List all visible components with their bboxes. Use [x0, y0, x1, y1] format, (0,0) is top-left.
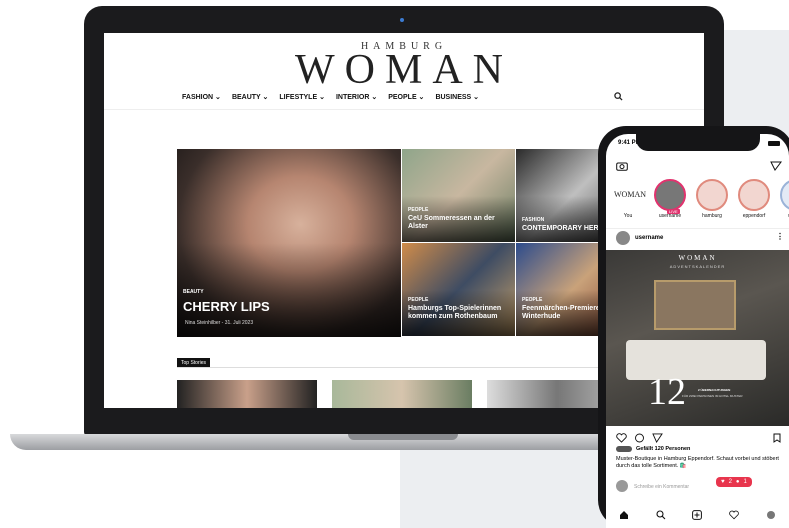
post-number: 12 — [648, 371, 686, 413]
article-tile[interactable]: PEOPLE Hamburgs Top-Spielerinnen kommen … — [402, 243, 515, 336]
commenter-avatar — [616, 480, 628, 492]
camera-icon[interactable] — [616, 158, 628, 176]
post-avatar[interactable] — [616, 231, 630, 245]
hero-title[interactable]: CHERRY LIPS — [183, 300, 397, 314]
post-caption-line1: 2 ÜBERNACHTUNGEN — [698, 388, 731, 392]
battery-icon — [768, 141, 780, 146]
main-nav: FASHION ⌄ BEAUTY ⌄ LIFESTYLE ⌄ INTERIOR … — [182, 93, 479, 101]
tile-title[interactable]: CeU Sommeressen an der Alster — [408, 215, 511, 231]
notif-comment-icon: ● — [735, 479, 740, 485]
nav-people[interactable]: PEOPLE ⌄ — [388, 93, 424, 101]
liker-avatars — [616, 446, 632, 452]
story-avatar — [780, 179, 789, 211]
tile-category: PEOPLE — [408, 297, 429, 303]
article-tile[interactable]: PEOPLE CeU Sommeressen an der Alster — [402, 149, 515, 242]
story-item[interactable]: hamburg — [694, 179, 730, 219]
story-label: eppendorf — [742, 213, 766, 219]
story-avatar — [654, 179, 686, 211]
story-logo: WOMAN — [612, 179, 646, 211]
story-avatar — [696, 179, 728, 211]
story-item[interactable]: winterh — [778, 179, 789, 219]
top-stories-divider — [177, 367, 629, 368]
search-tab-icon[interactable] — [656, 509, 666, 523]
live-badge: LIVE — [667, 209, 680, 214]
nav-lifestyle[interactable]: LIFESTYLE ⌄ — [279, 93, 325, 101]
phone-notch — [636, 133, 760, 151]
story-item[interactable]: eppendorf — [736, 179, 772, 219]
post-caption-line2: FÜR ZWEI PERSONEN IM HOTEL MUSTER — [682, 394, 743, 398]
post-subtitle: ADVENTSKALENDER — [669, 264, 726, 269]
nav-beauty[interactable]: BEAUTY ⌄ — [232, 93, 268, 101]
post-username[interactable]: username — [635, 235, 663, 241]
search-icon[interactable] — [614, 92, 623, 103]
more-icon[interactable]: ⋮ — [776, 232, 784, 241]
post-painting — [654, 280, 736, 330]
laptop-notch — [348, 434, 458, 440]
post-brand: WOMAN — [678, 254, 717, 262]
story-label: hamburg — [702, 213, 722, 219]
tab-bar — [606, 504, 789, 528]
hero-author-date: Nina Steinhilber - 31. Juli 2023 — [185, 320, 254, 326]
hero-article[interactable]: BEAUTY CHERRY LIPS Nina Steinhilber - 31… — [177, 149, 401, 337]
laptop-camera — [400, 18, 404, 22]
story-label: You — [623, 213, 633, 219]
likes-count[interactable]: Gefällt 120 Personen — [636, 446, 690, 452]
nav-fashion[interactable]: FASHION ⌄ — [182, 93, 221, 101]
stories-row: WOMAN You username hamburg eppendorf win… — [610, 179, 789, 219]
nav-business[interactable]: BUSINESS ⌄ — [435, 93, 479, 101]
phone-screen: 9:41 PM WOMAN You username hamburg eppen… — [606, 134, 789, 528]
top-story-thumb[interactable] — [332, 380, 472, 408]
tile-category: FASHION — [522, 217, 545, 223]
nav-divider — [104, 109, 704, 110]
top-story-thumb[interactable] — [177, 380, 317, 408]
comment-field[interactable]: Schreibe ein Kommentar — [634, 484, 689, 490]
activity-icon[interactable] — [729, 510, 739, 523]
site-logo[interactable]: WOMAN — [104, 46, 704, 94]
story-you[interactable]: WOMAN You — [610, 179, 646, 219]
tile-category: PEOPLE — [522, 297, 543, 303]
notif-comments: 1 — [743, 479, 747, 485]
post-caption: Muster-Boutique in Hamburg Eppendorf. Sc… — [616, 456, 779, 469]
stories-divider — [606, 228, 789, 229]
notif-likes: 2 — [728, 479, 732, 485]
add-post-icon[interactable] — [692, 509, 703, 523]
tile-title[interactable]: Hamburgs Top-Spielerinnen kommen zum Rot… — [408, 305, 511, 321]
story-avatar — [738, 179, 770, 211]
profile-icon[interactable] — [766, 510, 776, 523]
post-bed — [626, 340, 766, 380]
hero-category: BEAUTY — [183, 289, 204, 295]
bookmark-icon[interactable] — [773, 430, 781, 448]
notif-heart-icon: ♥ — [721, 479, 725, 485]
send-icon[interactable] — [770, 158, 782, 176]
tile-category: PEOPLE — [408, 207, 429, 213]
post-image[interactable]: WOMAN ADVENTSKALENDER 12 2 ÜBERNACHTUNGE… — [606, 250, 789, 426]
home-icon[interactable] — [619, 510, 629, 523]
nav-interior[interactable]: INTERIOR ⌄ — [336, 93, 377, 101]
notification-bubble[interactable]: ♥ 2 ● 1 — [716, 477, 752, 487]
